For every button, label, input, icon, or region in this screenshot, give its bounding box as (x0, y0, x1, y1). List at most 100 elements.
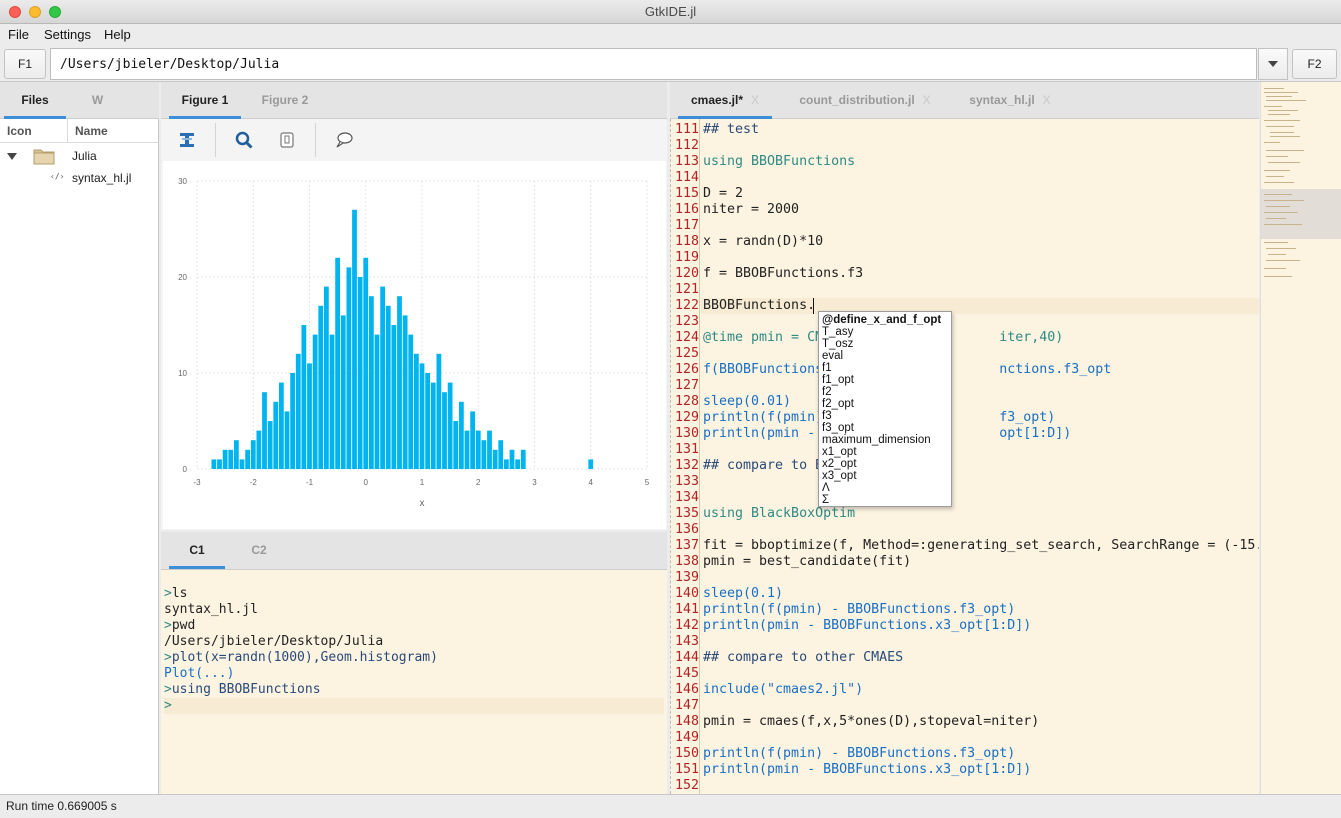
histogram-bar (301, 325, 307, 469)
status-bar: Run time 0.669005 s (0, 794, 1341, 818)
histogram-bar (397, 296, 402, 469)
completion-item[interactable]: f2_opt (822, 398, 948, 410)
line-number: 126 (675, 362, 700, 377)
histogram-bar (520, 449, 526, 469)
console-text: using BBOBFunctions (171, 682, 321, 697)
tab-syntax-hl[interactable]: syntax_hl.jl X (960, 82, 1060, 119)
histogram-bar (380, 286, 386, 469)
histogram-bar (262, 392, 267, 469)
x-tick-label: 0 (364, 478, 369, 487)
completion-item[interactable]: maximum_dimension (822, 434, 948, 446)
histogram-bar (239, 459, 245, 469)
speech-bubble-icon[interactable] (335, 131, 353, 149)
expander-icon[interactable] (7, 153, 17, 160)
line-number: 117 (675, 218, 700, 233)
completion-item[interactable]: T_asy (822, 326, 948, 338)
histogram-bar (458, 401, 464, 469)
histogram-bar (278, 382, 284, 469)
completion-item[interactable]: T_osz (822, 338, 948, 350)
line-number: 137 (675, 538, 700, 553)
f1-button[interactable]: F1 (4, 49, 46, 79)
title-bar: GtkIDE.jl (0, 0, 1341, 24)
code-line: println(pmin - BBOBFunctions.x3_opt[1:D]… (703, 762, 1032, 777)
histogram-bar (430, 382, 436, 469)
histogram-bar (245, 449, 251, 469)
code-line: sleep(0.01) (703, 394, 792, 409)
tab-figure-1[interactable]: Figure 1 (169, 82, 241, 119)
console-prompt: > (164, 698, 172, 713)
y-tick-label: 10 (178, 369, 187, 378)
code-line: sleep(0.1) (703, 586, 784, 601)
completion-item[interactable]: f1 (822, 362, 948, 374)
window-title: GtkIDE.jl (644, 4, 697, 19)
completion-item[interactable]: eval (822, 350, 948, 362)
histogram-bar (295, 353, 301, 469)
completion-item[interactable]: x1_opt (822, 446, 948, 458)
histogram-bar (250, 440, 256, 469)
tree-row-julia[interactable]: Julia (0, 145, 158, 167)
tab-count-distribution[interactable]: count_distribution.jl X (790, 82, 940, 119)
path-dropdown-button[interactable] (1258, 48, 1288, 80)
console[interactable]: >ls syntax_hl.jl >pwd/Users/jbieler/Deskto… (161, 570, 667, 794)
menu-bar: File Settings Help (0, 24, 1341, 46)
console-line: >plot(x=randn(1000),Geom.histogram) (164, 650, 438, 666)
menu-settings[interactable]: Settings (44, 27, 91, 42)
line-number: 121 (675, 282, 700, 297)
code-line: niter = 2000 (703, 202, 800, 217)
f2-button[interactable]: F2 (1292, 49, 1337, 79)
histogram-bar (402, 315, 408, 469)
histogram-bar (346, 267, 352, 469)
completion-item[interactable]: f3 (822, 410, 948, 422)
code-line: ## compare to other CMAES (703, 650, 904, 665)
completion-item[interactable]: f1_opt (822, 374, 948, 386)
histogram-bar (357, 277, 363, 469)
line-number: 124 (675, 330, 700, 345)
console-line: /Users/jbieler/Desktop/Julia (164, 634, 383, 650)
completion-item[interactable]: x3_opt (822, 470, 948, 482)
console-line: Plot(...) (164, 666, 234, 682)
column-header-icon[interactable]: Icon (0, 119, 68, 143)
menu-file[interactable]: File (8, 27, 29, 42)
histogram-bar (487, 430, 492, 469)
line-number: 139 (675, 570, 700, 585)
close-tab-icon[interactable]: X (923, 93, 931, 107)
zoom-tool-icon[interactable] (178, 131, 196, 149)
completion-item[interactable]: f2 (822, 386, 948, 398)
completion-item[interactable]: f3_opt (822, 422, 948, 434)
code-editor[interactable]: 111 112 113 114 115 116 117 118 119 120 121 122 123 1… (670, 119, 1259, 794)
column-header-name[interactable]: Name (68, 119, 158, 143)
code-line: ## compare to B (703, 458, 824, 473)
histogram-bar (363, 257, 369, 469)
tab-files[interactable]: Files (4, 82, 66, 119)
tab-w[interactable]: W (70, 82, 125, 119)
histogram-bar (413, 353, 419, 469)
completion-item[interactable]: Σ (822, 494, 948, 506)
code-line: using BBOBFunctions (703, 154, 856, 169)
x-tick-label: 1 (420, 478, 425, 487)
tab-figure-2[interactable]: Figure 2 (249, 82, 321, 119)
tab-cmaes[interactable]: cmaes.jl* X (678, 82, 772, 119)
search-icon[interactable] (235, 131, 253, 149)
line-number: 149 (675, 730, 700, 745)
console-text: syntax_hl.jl (164, 602, 258, 617)
console-prompt: > (164, 586, 172, 601)
page-icon[interactable] (278, 131, 296, 149)
y-tick-label: 20 (178, 273, 187, 282)
tab-c1[interactable]: C1 (169, 532, 225, 569)
completion-item[interactable]: @define_x_and_f_opt (822, 314, 948, 326)
completion-item[interactable]: Λ (822, 482, 948, 494)
completion-item[interactable]: x2_opt (822, 458, 948, 470)
line-number: 135 (675, 506, 700, 521)
line-number: 123 (675, 314, 700, 329)
minimap[interactable] (1260, 82, 1341, 794)
menu-help[interactable]: Help (104, 27, 131, 42)
tree-row-syntax-hl[interactable]: ‹/› syntax_hl.jl (0, 167, 158, 189)
tab-c2[interactable]: C2 (231, 532, 287, 569)
close-tab-icon[interactable]: X (1043, 93, 1051, 107)
autocomplete-popup[interactable]: @define_x_and_f_opt T_asy T_osz eval f1 f1_op… (818, 311, 952, 507)
toolbar-separator (215, 123, 216, 157)
close-tab-icon[interactable]: X (751, 93, 759, 107)
code-line: fit = bboptimize(f, Method=:generating_s… (703, 538, 1259, 553)
code-line: println(pmin - BBOBFunctions.x3_opt[1:D]… (703, 618, 1032, 633)
path-input[interactable]: /Users/jbieler/Desktop/Julia (50, 48, 1257, 80)
